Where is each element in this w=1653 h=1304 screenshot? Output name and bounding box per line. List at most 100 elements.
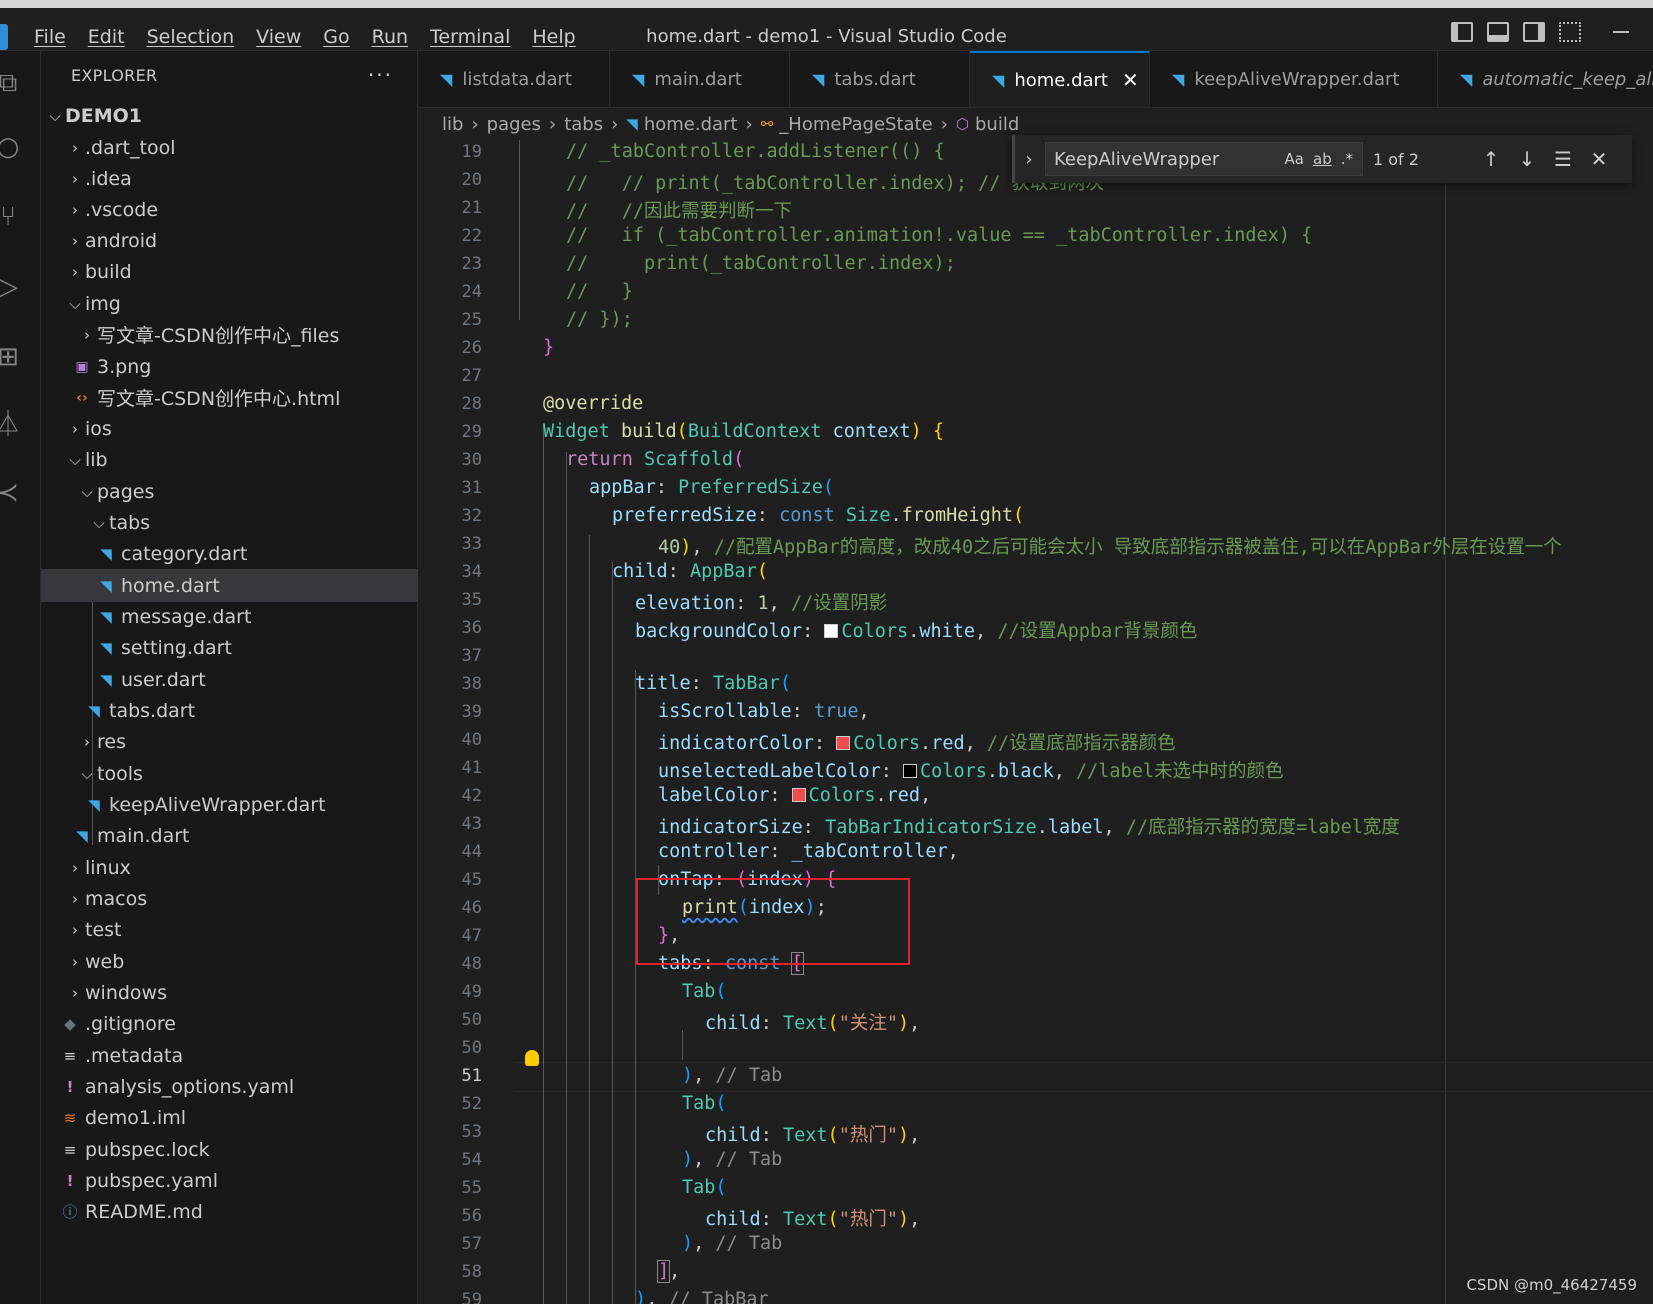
tree-folder-test[interactable]: › test (41, 913, 441, 946)
tree-file-tabs-dart[interactable]: ◥ tabs.dart (41, 694, 461, 727)
tree-folder-lib[interactable]: ⌵ lib (41, 443, 441, 476)
match-case-toggle[interactable]: Aa (1285, 150, 1304, 168)
tree-file-demo1-iml[interactable]: ≋ demo1.iml (41, 1101, 437, 1134)
activity-bar: ⧉ ○ ⑂ ▷ ⊞ ⏃ ≺ (0, 51, 41, 1304)
tree-folder-tools[interactable]: ⌵ tools (41, 757, 453, 790)
tree-file-analysis-options-yaml[interactable]: ! analysis_options.yaml (41, 1070, 437, 1103)
tree-file-category-dart[interactable]: ◥ category.dart (41, 537, 473, 570)
tree-file-setting-dart[interactable]: ◥ setting.dart (41, 631, 473, 664)
breadcrumb-build[interactable]: build (975, 114, 1019, 135)
chevron-down-icon: ⌵ (81, 764, 93, 783)
tab-main-dart[interactable]: ◥ main.dart (610, 51, 790, 107)
toggle-primary-sidebar-icon[interactable] (1451, 22, 1473, 42)
breadcrumb-homepagestate[interactable]: _HomePageState (779, 114, 932, 135)
tree-file-message-dart[interactable]: ◥ message.dart (41, 600, 473, 633)
match-whole-word-toggle[interactable]: ab (1313, 150, 1332, 168)
tree-file-pubspec-yaml[interactable]: ! pubspec.yaml (41, 1164, 437, 1197)
tree-file-home-dart[interactable]: ◥ home.dart (41, 569, 473, 602)
code-line-55: Tab( (682, 1177, 727, 1198)
toggle-panel-icon[interactable] (1487, 22, 1509, 42)
minimize-icon[interactable] (1613, 31, 1629, 33)
explorer-title: EXPLORER (71, 65, 158, 85)
find-in-selection-icon[interactable]: ☰ (1545, 147, 1581, 171)
tree-folder-csdn-files[interactable]: › 写文章-CSDN创作中心_files (41, 318, 453, 351)
testing-flask-icon[interactable]: ⏃ (0, 409, 24, 441)
code-line-28: @override (543, 393, 644, 414)
extensions-icon[interactable]: ⊞ (0, 341, 24, 373)
color-swatch-black[interactable] (903, 764, 918, 778)
line-number: 20 (461, 170, 482, 190)
tree-folder-img[interactable]: ⌵ img (41, 287, 441, 320)
tree-folder-res[interactable]: › res (41, 725, 453, 758)
color-swatch-white[interactable] (824, 624, 839, 638)
tree-file-user-dart[interactable]: ◥ user.dart (41, 663, 473, 696)
search-icon[interactable]: ○ (0, 131, 24, 163)
code-editor[interactable]: 19 20 21 22 23 24 25 26 27 28 29 30 31 3… (418, 140, 1653, 1304)
tree-folder-vscode[interactable]: › .vscode (41, 193, 441, 226)
tree-file-3-png[interactable]: ▣ 3.png (41, 350, 449, 383)
previous-match-arrow-up-icon[interactable]: ↑ (1473, 147, 1509, 171)
flutter-icon[interactable]: ≺ (0, 477, 24, 509)
find-input[interactable]: KeepAliveWrapper Aa ab .* (1045, 142, 1363, 176)
tree-folder-web[interactable]: › web (41, 945, 441, 978)
menu-help[interactable]: Help (532, 26, 575, 48)
customize-layout-icon[interactable] (1559, 22, 1581, 42)
code-line-29: Widget build(BuildContext context) { (543, 421, 944, 442)
menu-file[interactable]: File (34, 26, 66, 48)
tree-folder-pages[interactable]: ⌵ pages (41, 475, 453, 508)
tab-keepalivewrapper-dart[interactable]: ◥ keepAliveWrapper.dart (1150, 51, 1438, 107)
menu-edit[interactable]: Edit (88, 26, 125, 48)
menu-go[interactable]: Go (323, 26, 349, 48)
tree-file-readme-md[interactable]: ⓘ README.md (41, 1195, 437, 1228)
dart-file-icon: ◥ (100, 544, 112, 563)
breadcrumb-lib[interactable]: lib (442, 114, 463, 135)
chevron-right-icon: › (72, 952, 78, 971)
close-icon[interactable]: ✕ (1581, 147, 1617, 171)
dart-file-icon: ◥ (812, 69, 825, 89)
tree-folder-build[interactable]: › build (41, 255, 441, 288)
tab-automatic-keep-alive[interactable]: ◥automatic_keep_alive (1438, 51, 1653, 107)
tree-file-gitignore[interactable]: ◆ .gitignore (41, 1007, 437, 1040)
use-regex-toggle[interactable]: .* (1341, 150, 1353, 168)
menu-run[interactable]: Run (372, 26, 408, 48)
tree-folder-idea[interactable]: › .idea (41, 162, 441, 195)
tree-folder-android[interactable]: › android (41, 224, 441, 257)
tab-listdata-dart[interactable]: ◥ listdata.dart (418, 51, 610, 107)
toggle-replace-chevron-icon[interactable]: › (1015, 149, 1043, 170)
menu-terminal[interactable]: Terminal (430, 26, 510, 48)
run-debug-icon[interactable]: ▷ (0, 271, 24, 303)
explorer-files-icon[interactable]: ⧉ (0, 67, 24, 99)
tree-folder-macos[interactable]: › macos (41, 882, 441, 915)
highlight-annotation-box (636, 878, 910, 965)
toggle-secondary-sidebar-icon[interactable] (1523, 22, 1545, 42)
breadcrumb-tabs[interactable]: tabs (564, 114, 603, 135)
tree-folder-linux[interactable]: › linux (41, 851, 441, 884)
tree-file-keepalivewrapper-dart[interactable]: ◥ keepAliveWrapper.dart (41, 788, 461, 821)
breadcrumb-home-dart[interactable]: home.dart (644, 114, 738, 135)
tab-home-dart[interactable]: ◥ home.dart ✕ (970, 51, 1150, 107)
breadcrumb-pages[interactable]: pages (487, 114, 541, 135)
color-swatch-red[interactable] (836, 736, 851, 750)
tree-folder-dart-tool[interactable]: › .dart_tool (41, 131, 441, 164)
code-line-26: } (543, 337, 555, 358)
tree-file-main-dart[interactable]: ◥ main.dart (41, 819, 449, 852)
next-match-arrow-down-icon[interactable]: ↓ (1509, 147, 1545, 171)
menu-view[interactable]: View (256, 26, 301, 48)
menu-selection[interactable]: Selection (147, 26, 235, 48)
code-line-25: // }); (566, 309, 633, 330)
chevron-right-icon: › (72, 138, 78, 157)
tree-folder-ios[interactable]: › ios (41, 412, 441, 445)
tree-file-metadata[interactable]: ≡ .metadata (41, 1039, 437, 1072)
tree-folder-windows[interactable]: › windows (41, 976, 441, 1009)
close-icon[interactable]: ✕ (1122, 68, 1139, 92)
explorer-more-icon[interactable]: ··· (368, 63, 393, 87)
tree-folder-tabs[interactable]: ⌵ tabs (41, 506, 465, 539)
tree-file-csdn-html[interactable]: ‹› 写文章-CSDN创作中心.html (41, 381, 449, 414)
lightbulb-icon[interactable] (525, 1050, 539, 1066)
tab-tabs-dart[interactable]: ◥ tabs.dart (790, 51, 970, 107)
code-line-31: appBar: PreferredSize( (589, 477, 835, 498)
source-control-icon[interactable]: ⑂ (0, 201, 24, 233)
tree-file-pubspec-lock[interactable]: ≡ pubspec.lock (41, 1133, 437, 1166)
tree-folder-demo1[interactable]: ⌵ DEMO1 (41, 99, 421, 132)
color-swatch-red[interactable] (791, 788, 806, 802)
